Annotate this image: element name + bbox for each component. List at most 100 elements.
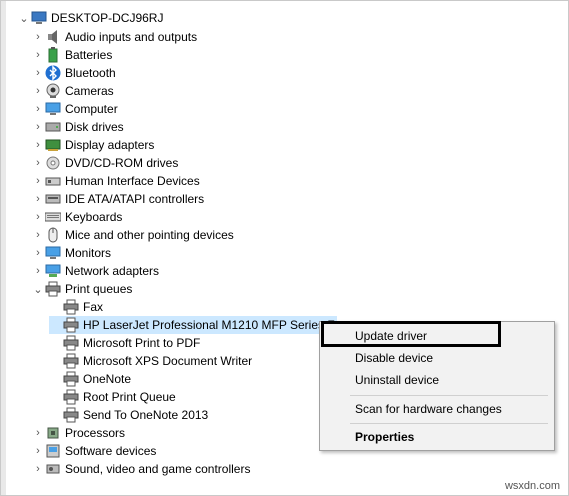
tree-root[interactable]: ⌄ DESKTOP-DCJ96RJ [17, 9, 163, 27]
tree-category[interactable]: › Monitors [31, 244, 111, 262]
tree-category[interactable]: › Processors [31, 424, 125, 442]
chevron-right-icon[interactable]: › [31, 463, 45, 475]
tree-category[interactable]: › Cameras [31, 82, 114, 100]
chevron-right-icon[interactable]: › [31, 139, 45, 151]
chevron-right-icon[interactable]: › [31, 31, 45, 43]
tree-item-label: Send To OneNote 2013 [83, 408, 209, 422]
tree-item-printer[interactable]: Microsoft XPS Document Writer [49, 352, 252, 370]
chevron-right-icon[interactable]: › [31, 103, 45, 115]
tree-item-label: Bluetooth [65, 66, 116, 80]
chevron-right-icon[interactable]: › [31, 193, 45, 205]
tree-item-label: Audio inputs and outputs [65, 30, 198, 44]
tree-item-label: DESKTOP-DCJ96RJ [51, 11, 164, 25]
display-adapter-icon [45, 137, 61, 153]
keyboard-icon [45, 209, 61, 225]
chevron-down-icon[interactable]: ⌄ [17, 12, 31, 25]
chevron-right-icon[interactable]: › [31, 121, 45, 133]
menu-properties[interactable]: Properties [355, 428, 414, 446]
menu-uninstall-device[interactable]: Uninstall device [355, 371, 439, 389]
chevron-right-icon[interactable]: › [31, 49, 45, 61]
tree-category[interactable]: › Bluetooth [31, 64, 116, 82]
printer-icon [63, 371, 79, 387]
tree-category[interactable]: › Mice and other pointing devices [31, 226, 234, 244]
monitor-icon [45, 101, 61, 117]
processor-icon [45, 425, 61, 441]
tree-category[interactable]: › Sound, video and game controllers [31, 460, 250, 478]
tree-category[interactable]: › Software devices [31, 442, 156, 460]
network-icon [45, 263, 61, 279]
printer-icon [63, 407, 79, 423]
chevron-right-icon[interactable]: › [31, 247, 45, 259]
tree-item-label: Processors [65, 426, 126, 440]
menu-separator [350, 395, 548, 396]
tree-item-label: Computer [65, 102, 118, 116]
tree-item-label: Human Interface Devices [65, 174, 200, 188]
battery-icon [45, 47, 61, 63]
tree-item-label: HP LaserJet Professional M1210 MFP Serie… [83, 318, 335, 332]
tree-category[interactable]: › DVD/CD-ROM drives [31, 154, 178, 172]
tree-category[interactable]: › Network adapters [31, 262, 159, 280]
computer-icon [31, 10, 47, 26]
tree-item-label: IDE ATA/ATAPI controllers [65, 192, 205, 206]
tree-item-printer[interactable]: Send To OneNote 2013 [49, 406, 208, 424]
tree-category[interactable]: › IDE ATA/ATAPI controllers [31, 190, 204, 208]
tree-item-printer[interactable]: Fax [49, 298, 103, 316]
tree-item-label: Sound, video and game controllers [65, 462, 251, 476]
speaker-icon [45, 29, 61, 45]
chevron-right-icon[interactable]: › [31, 229, 45, 241]
printer-icon [63, 299, 79, 315]
monitor-icon [45, 245, 61, 261]
printer-icon [45, 281, 61, 297]
tree-item-label: Software devices [65, 444, 157, 458]
menu-scan-hardware[interactable]: Scan for hardware changes [355, 400, 502, 418]
tree-item-label: Print queues [65, 282, 133, 296]
tree-category[interactable]: › Display adapters [31, 136, 154, 154]
chevron-right-icon[interactable]: › [31, 265, 45, 277]
tree-item-printer[interactable]: Microsoft Print to PDF [49, 334, 200, 352]
dvd-icon [45, 155, 61, 171]
tree-category[interactable]: › Keyboards [31, 208, 122, 226]
disk-drive-icon [45, 119, 61, 135]
tree-item-printer[interactable]: Root Print Queue [49, 388, 176, 406]
menu-disable-device[interactable]: Disable device [355, 349, 433, 367]
annotation-highlight-box [321, 321, 501, 347]
ide-controller-icon [45, 191, 61, 207]
tree-item-label: Batteries [65, 48, 113, 62]
chevron-right-icon[interactable]: › [31, 85, 45, 97]
chevron-right-icon[interactable]: › [31, 427, 45, 439]
tree-item-label: Root Print Queue [83, 390, 176, 404]
chevron-down-icon[interactable]: ⌄ [31, 283, 45, 296]
watermark: wsxdn.com [504, 480, 560, 492]
tree-item-label: Fax [83, 300, 104, 314]
tree-item-label: Cameras [65, 84, 114, 98]
tree-item-printer[interactable]: OneNote [49, 370, 131, 388]
tree-item-selected-printer[interactable]: HP LaserJet Professional M1210 MFP Serie… [49, 316, 337, 334]
tree-item-label: Disk drives [65, 120, 124, 134]
sound-icon [45, 461, 61, 477]
device-manager-window: ⌄ DESKTOP-DCJ96RJ › Audio inputs and output… [0, 0, 569, 496]
tree-item-label: Keyboards [65, 210, 123, 224]
printer-icon [63, 353, 79, 369]
chevron-right-icon[interactable]: › [31, 175, 45, 187]
tree-item-label: Mice and other pointing devices [65, 228, 234, 242]
camera-icon [45, 83, 61, 99]
tree-item-label: OneNote [83, 372, 132, 386]
chevron-right-icon[interactable]: › [31, 157, 45, 169]
chevron-right-icon[interactable]: › [31, 445, 45, 457]
tree-category[interactable]: ⌄ Print queues [31, 280, 132, 298]
software-device-icon [45, 443, 61, 459]
tree-item-label: Monitors [65, 246, 112, 260]
chevron-right-icon[interactable]: › [31, 67, 45, 79]
chevron-right-icon[interactable]: › [31, 211, 45, 223]
tree-item-label: Microsoft Print to PDF [83, 336, 201, 350]
tree-category[interactable]: › Audio inputs and outputs [31, 28, 197, 46]
tree-item-label: DVD/CD-ROM drives [65, 156, 179, 170]
menu-separator [350, 423, 548, 424]
tree-item-label: Microsoft XPS Document Writer [83, 354, 253, 368]
tree-category[interactable]: › Human Interface Devices [31, 172, 200, 190]
tree-category[interactable]: › Batteries [31, 46, 112, 64]
bluetooth-icon [45, 65, 61, 81]
tree-category[interactable]: › Disk drives [31, 118, 124, 136]
tree-category[interactable]: › Computer [31, 100, 118, 118]
printer-icon [63, 389, 79, 405]
